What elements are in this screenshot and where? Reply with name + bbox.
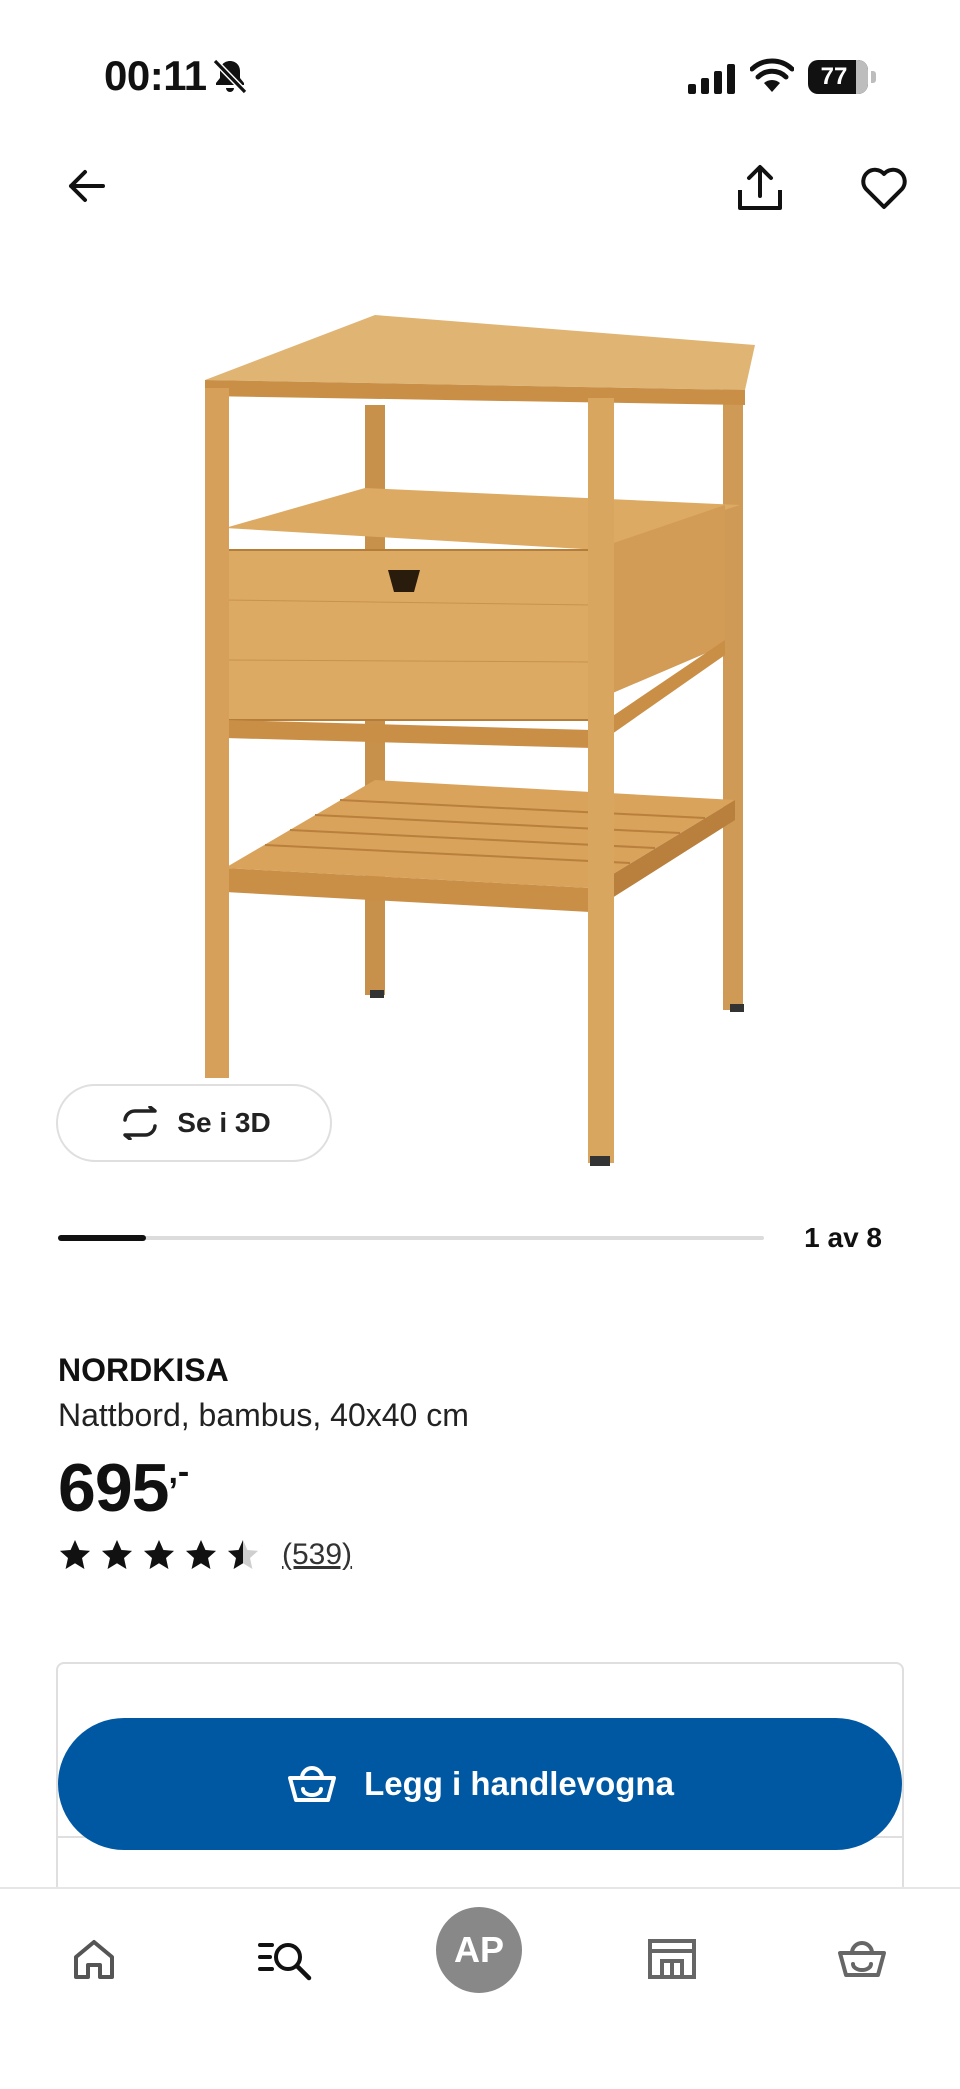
bottom-navigation: AP [0, 1887, 960, 2089]
star-half-icon [228, 1540, 258, 1569]
bell-muted-icon [212, 58, 248, 95]
product-rating[interactable]: (539) [58, 1538, 352, 1572]
signal-icon [688, 64, 735, 94]
battery-level: 77 [820, 63, 848, 90]
product-description: Nattbord, bambus, 40x40 cm [58, 1397, 469, 1433]
view-in-3d-button[interactable]: Se i 3D [56, 1084, 332, 1162]
cart-icon [838, 1941, 886, 1977]
nav-stores[interactable] [632, 1919, 712, 1999]
basket-icon [288, 1766, 337, 1802]
star-full-icon [144, 1540, 174, 1569]
back-button[interactable] [56, 156, 116, 216]
nav-home[interactable] [54, 1919, 134, 1999]
product-image[interactable] [190, 300, 770, 1170]
image-pager-track[interactable] [58, 1235, 764, 1241]
store-icon [648, 1939, 696, 1979]
nav-cart[interactable] [822, 1919, 902, 1999]
search-list-icon [258, 1943, 312, 1981]
product-name: NORDKISA [58, 1352, 229, 1388]
add-to-cart-label: Legg i handlevogna [364, 1765, 674, 1802]
add-to-cart-button[interactable]: Legg i handlevogna [58, 1718, 902, 1850]
price-suffix: ,- [168, 1453, 190, 1491]
image-pager-count: 1 av 8 [804, 1222, 882, 1253]
favorite-button[interactable] [852, 156, 916, 220]
star-full-icon [60, 1540, 90, 1569]
product-price: 695 ,- [58, 1448, 189, 1528]
home-icon [74, 1940, 114, 1979]
share-button[interactable] [728, 156, 792, 220]
star-full-icon [102, 1540, 132, 1569]
status-time: 00:11 [104, 52, 207, 99]
rating-stars [58, 1538, 260, 1572]
nav-search[interactable] [246, 1919, 326, 1999]
wifi-icon [750, 58, 794, 92]
heart-icon [861, 167, 907, 209]
rotate-3d-icon [123, 1106, 158, 1140]
share-icon [738, 165, 782, 210]
star-full-icon [186, 1540, 216, 1569]
image-pager-progress [58, 1235, 147, 1241]
price-amount: 695 [58, 1450, 169, 1526]
view-in-3d-label: Se i 3D [177, 1107, 271, 1138]
nav-profile-avatar[interactable]: AP [436, 1907, 522, 1993]
battery-indicator: 77 [808, 60, 876, 94]
arrow-left-icon [69, 170, 105, 202]
review-count-link[interactable]: (539) [282, 1538, 352, 1572]
